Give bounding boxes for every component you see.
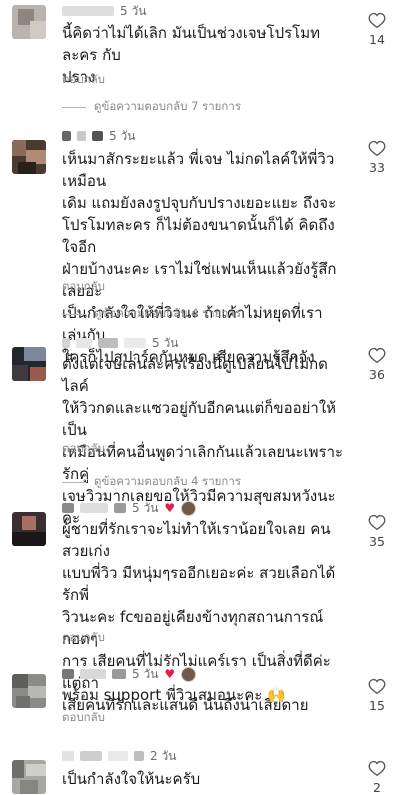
like-count: 36 [369,367,385,382]
comment-text: นี้คิดว่าไม่ได้เลิก มันเป็นช่วงเจษโปรโมท… [62,24,321,86]
reply-button[interactable]: ตอบกลับ [62,71,105,89]
comment-text: เป็นกำลังใจให้นะครับ [62,770,201,788]
username-blurred[interactable] [134,751,144,761]
view-replies-label: ดูข้อความตอบกลับ 4 รายการ [94,474,242,488]
username-blurred[interactable] [62,751,74,761]
like-button[interactable]: 14 [365,12,389,47]
comment-time: 5 วัน [132,500,159,515]
username-blurred[interactable] [62,338,70,348]
view-replies-label: ดูข้อความตอบกลับ 4 รายการ [94,306,242,320]
like-button[interactable]: 33 [365,140,389,175]
avatar[interactable] [12,760,46,794]
like-button[interactable]: 2 [365,760,389,795]
username-blurred[interactable] [62,131,71,141]
comment-meta: 5 วัน [62,128,135,144]
comment-meta: 5 วัน ♥ [62,666,197,682]
reply-button[interactable]: ตอบกลับ [62,629,105,647]
comment-meta: 2 วัน [62,748,176,764]
view-replies-button[interactable]: ดูข้อความตอบกลับ 4 รายการ [62,305,241,323]
username-blurred[interactable] [62,503,74,513]
username-blurred[interactable] [124,338,146,348]
reply-button[interactable]: ตอบกลับ [62,440,105,458]
reply-button[interactable]: ตอบกลับ [62,278,105,296]
username-blurred[interactable] [114,503,126,513]
comment-time: 5 วัน [120,3,147,18]
heart-outline-icon [368,12,386,28]
heart-filled-icon: ♥ [164,667,176,681]
heart-outline-icon [368,760,386,776]
username-blurred[interactable] [98,338,118,348]
heart-outline-icon [368,347,386,363]
avatar[interactable] [12,347,46,381]
view-replies-label: ดูข้อความตอบกลับ 7 รายการ [94,99,242,113]
comment-time: 5 วัน [109,128,136,143]
heart-filled-icon: ♥ [164,501,176,515]
comment-feed: 5 วัน นี้คิดว่าไม่ได้เลิก มันเป็นช่วงเจษ… [0,0,403,795]
comment-time: 2 วัน [150,748,177,763]
view-replies-button[interactable]: ดูข้อความตอบกลับ 7 รายการ [62,98,241,116]
avatar[interactable] [12,140,46,174]
comment-meta: 5 วัน [62,335,178,351]
like-count: 35 [369,534,385,549]
username-blurred[interactable] [76,338,92,348]
username-blurred[interactable] [80,751,102,761]
avatar[interactable] [12,5,46,39]
username-blurred[interactable] [92,131,103,141]
comment-time: 5 วัน [132,666,159,681]
comment-meta: 5 วัน ♥ [62,500,197,516]
username-blurred[interactable] [80,669,106,679]
comment-meta: 5 วัน [62,3,146,19]
username-blurred[interactable] [62,669,74,679]
divider-line [62,106,86,108]
username-blurred[interactable] [108,751,128,761]
like-count: 15 [369,698,385,713]
username-blurred[interactable] [112,669,126,679]
heart-outline-icon [368,678,386,694]
divider-line [62,313,86,315]
avatar[interactable] [12,674,46,708]
username-blurred[interactable] [62,6,114,16]
like-button[interactable]: 35 [365,514,389,549]
creator-avatar-icon [181,666,197,682]
avatar[interactable] [12,512,46,546]
like-button[interactable]: 36 [365,347,389,382]
heart-outline-icon [368,140,386,156]
reply-button[interactable]: ตอบกลับ [62,709,105,727]
view-replies-button[interactable]: ดูข้อความตอบกลับ 4 รายการ [62,473,241,491]
comment-time: 5 วัน [152,335,179,350]
like-count: 14 [369,32,385,47]
creator-avatar-icon [181,500,197,516]
username-blurred[interactable] [77,131,86,141]
divider-line [62,481,86,483]
like-count: 33 [369,160,385,175]
heart-outline-icon [368,514,386,530]
comment-text: พร้อม support พี่วิวเสมอนะคะ 🙌 [62,686,286,704]
like-button[interactable]: 15 [365,678,389,713]
username-blurred[interactable] [80,503,108,513]
